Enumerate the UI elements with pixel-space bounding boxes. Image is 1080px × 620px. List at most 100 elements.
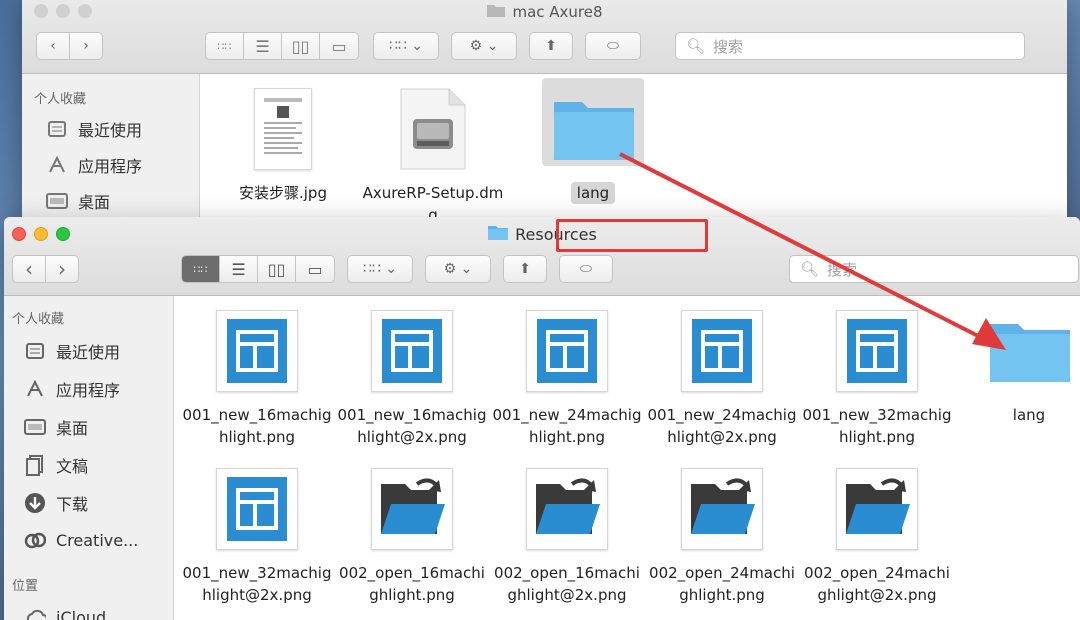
- sidebar-item-recents[interactable]: 最近使用: [22, 117, 199, 141]
- applications-icon: [46, 154, 68, 176]
- icloud-icon: [24, 606, 46, 620]
- file-name: lang: [1012, 406, 1046, 424]
- gallery-view-button[interactable]: ▭: [320, 33, 358, 59]
- group-icon: ∷∷ ⌄: [389, 38, 423, 54]
- sidebar-item-documents[interactable]: 文稿: [4, 453, 173, 477]
- sidebar-section-locations: 位置: [12, 579, 39, 594]
- share-button[interactable]: ⬆: [503, 255, 547, 283]
- forward-nav-button[interactable]: ›: [45, 255, 79, 283]
- file-item[interactable]: lang: [954, 310, 1080, 426]
- share-button[interactable]: ⬆: [529, 32, 573, 60]
- open-folder-icon: [681, 468, 763, 550]
- chevron-right-icon: ›: [83, 38, 89, 54]
- columns-icon: ▯▯: [267, 259, 286, 279]
- open-folder-icon: [836, 468, 918, 550]
- sidebar-item-desktop[interactable]: 桌面: [4, 415, 173, 439]
- grid-icon: ∷∷: [193, 262, 208, 276]
- front-sidebar: 个人收藏 最近使用 应用程序 桌面 文稿 下载 Creative... 位置 i: [4, 296, 174, 620]
- sidebar-item-label: 下载: [56, 495, 89, 514]
- gallery-icon: ▭: [331, 36, 347, 56]
- sidebar-item-icloud[interactable]: iCloud...: [4, 606, 173, 620]
- file-item[interactable]: 002_open_24machighlight@2x.png: [802, 468, 952, 606]
- list-icon: ☰: [255, 36, 270, 56]
- column-view-button[interactable]: ▯▯: [258, 256, 296, 282]
- recents-icon: [24, 340, 46, 362]
- gallery-icon: ▭: [307, 259, 323, 279]
- share-icon: ⬆: [545, 38, 557, 54]
- sidebar-item-label: 最近使用: [56, 343, 121, 362]
- search-placeholder: 搜索: [827, 260, 858, 279]
- action-menu-button[interactable]: ⚙ ⌄: [425, 255, 491, 283]
- file-name: 002_open_16machighlight@2x.png: [494, 564, 640, 604]
- search-placeholder: 搜索: [713, 37, 744, 56]
- sidebar-item-label: 应用程序: [56, 381, 121, 400]
- back-finder-window: mac Axure8 ‹ › ∷∷ ☰ ▯▯ ▭ ∷∷ ⌄ ⚙ ⌄ ⬆ ⬭ 🔍︎…: [22, 0, 1067, 230]
- file-item[interactable]: 001_new_24machighlight@2x.png: [647, 310, 797, 448]
- file-item[interactable]: lang: [518, 88, 668, 204]
- chevron-right-icon: ›: [58, 257, 66, 281]
- file-name: 001_new_24machighlight@2x.png: [647, 406, 797, 446]
- new-page-icon: [216, 310, 298, 392]
- list-view-button[interactable]: ☰: [220, 256, 258, 282]
- sidebar-item-applications[interactable]: 应用程序: [4, 377, 173, 401]
- forward-nav-button[interactable]: ›: [69, 32, 103, 60]
- file-item[interactable]: 001_new_16machighlight@2x.png: [337, 310, 487, 448]
- group-by-button[interactable]: ∷∷ ⌄: [347, 255, 413, 283]
- new-page-icon: [371, 310, 453, 392]
- action-menu-button[interactable]: ⚙ ⌄: [451, 32, 517, 60]
- search-input[interactable]: 🔍︎ 搜索: [675, 32, 1025, 60]
- front-toolbar: Resources ‹ › ∷∷ ☰ ▯▯ ▭ ∷∷ ⌄ ⚙ ⌄ ⬆ ⬭ 🔍︎ …: [4, 217, 1080, 296]
- file-name: 001_new_32machighlight.png: [802, 406, 952, 446]
- view-mode-segment: ∷∷ ☰ ▯▯ ▭: [205, 32, 359, 60]
- title-highlight-box: [556, 219, 708, 252]
- sidebar-item-label: Creative...: [56, 530, 139, 550]
- list-view-button[interactable]: ☰: [244, 33, 282, 59]
- window-title-text: mac Axure8: [512, 3, 603, 21]
- column-view-button[interactable]: ▯▯: [282, 33, 320, 59]
- front-window-title: Resources: [4, 224, 1080, 245]
- search-input[interactable]: 🔍︎ 搜索: [789, 255, 1079, 283]
- file-item[interactable]: 001_new_32machighlight.png: [802, 310, 952, 448]
- file-item[interactable]: 002_open_24machighlight.png: [647, 468, 797, 606]
- folder-icon: [486, 2, 506, 22]
- creative-cloud-icon: [24, 529, 46, 551]
- group-by-button[interactable]: ∷∷ ⌄: [373, 32, 439, 60]
- disk-image-icon: [398, 88, 468, 170]
- gallery-view-button[interactable]: ▭: [296, 256, 334, 282]
- file-item[interactable]: 安装步骤.jpg: [208, 88, 358, 204]
- sidebar-item-downloads[interactable]: 下载: [4, 491, 173, 515]
- documents-icon: [24, 454, 46, 476]
- sidebar-item-recents[interactable]: 最近使用: [4, 339, 173, 363]
- back-nav-button[interactable]: ‹: [36, 32, 70, 60]
- tags-button[interactable]: ⬭: [585, 32, 641, 60]
- file-item[interactable]: 002_open_16machighlight.png: [337, 468, 487, 606]
- tags-button[interactable]: ⬭: [559, 255, 613, 283]
- sidebar-item-creative-cloud[interactable]: Creative...: [4, 529, 173, 551]
- file-item[interactable]: 001_new_16machighlight.png: [182, 310, 332, 448]
- back-toolbar: mac Axure8 ‹ › ∷∷ ☰ ▯▯ ▭ ∷∷ ⌄ ⚙ ⌄ ⬆ ⬭ 🔍︎…: [22, 0, 1067, 74]
- file-item[interactable]: 001_new_32machighlight@2x.png: [182, 468, 332, 606]
- sidebar-item-applications[interactable]: 应用程序: [22, 153, 199, 177]
- back-window-title: mac Axure8: [22, 2, 1067, 22]
- chevron-left-icon: ‹: [50, 38, 56, 54]
- front-file-grid: 001_new_16machighlight.png 001_new_16mac…: [174, 296, 1080, 620]
- back-nav-button[interactable]: ‹: [12, 255, 46, 283]
- tag-icon: ⬭: [580, 261, 592, 277]
- icon-view-button[interactable]: ∷∷: [206, 33, 244, 59]
- open-folder-icon: [371, 468, 453, 550]
- list-icon: ☰: [231, 259, 246, 279]
- file-name: 001_new_16machighlight@2x.png: [337, 406, 487, 446]
- sidebar-item-desktop[interactable]: 桌面: [22, 189, 199, 213]
- new-page-icon: [681, 310, 763, 392]
- file-item[interactable]: 001_new_24machighlight.png: [492, 310, 642, 448]
- columns-icon: ▯▯: [291, 36, 310, 56]
- sidebar-item-label: 文稿: [56, 457, 89, 476]
- icon-view-button[interactable]: ∷∷: [182, 256, 220, 282]
- file-item[interactable]: 002_open_16machighlight@2x.png: [492, 468, 642, 606]
- sidebar-item-label: 应用程序: [78, 157, 143, 176]
- tag-icon: ⬭: [607, 38, 619, 54]
- file-item[interactable]: AxureRP-Setup.dmg: [358, 88, 508, 226]
- front-finder-window: Resources ‹ › ∷∷ ☰ ▯▯ ▭ ∷∷ ⌄ ⚙ ⌄ ⬆ ⬭ 🔍︎ …: [4, 217, 1080, 620]
- file-name: 安装步骤.jpg: [239, 184, 327, 202]
- share-icon: ⬆: [519, 261, 531, 277]
